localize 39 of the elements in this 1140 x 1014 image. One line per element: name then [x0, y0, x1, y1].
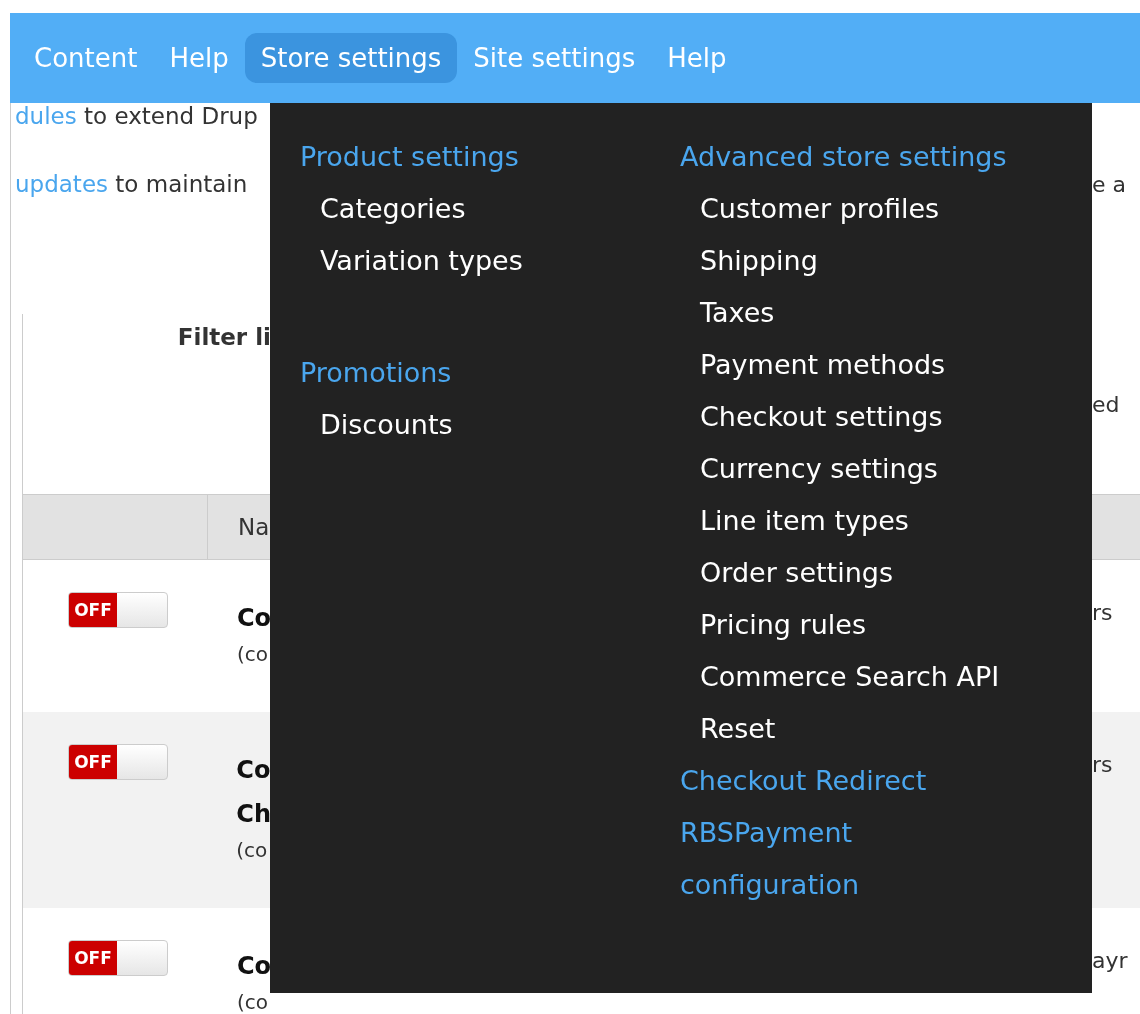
menu-item[interactable]: Shipping — [680, 235, 1020, 287]
column-header: Na — [237, 514, 270, 540]
module-name: Co — [236, 755, 271, 786]
menu-item[interactable]: Categories — [300, 183, 680, 235]
module-name: Co — [236, 951, 271, 982]
filter-label: Filter li — [177, 324, 271, 352]
menu-item[interactable]: Customer profiles — [680, 183, 1020, 235]
menu-heading-link[interactable]: Product settings — [300, 131, 680, 183]
intro-text: updates to maintain — [14, 171, 248, 197]
menu-heading-link[interactable]: Promotions — [300, 347, 680, 399]
menu-heading-link[interactable]: Advanced store settings — [680, 131, 1020, 183]
menu-item[interactable]: Discounts — [300, 399, 680, 451]
checkbox-label: ed — [1092, 391, 1120, 417]
machine-name: (co — [236, 642, 269, 666]
menu-heading-link[interactable]: Checkout Redirect — [680, 755, 1020, 807]
nav-menu-item[interactable]: Store settings — [244, 33, 458, 83]
menu-item[interactable]: Pricing rules — [680, 599, 1020, 651]
menu-item[interactable]: Reset — [680, 703, 1020, 755]
menu-item[interactable]: Taxes — [680, 287, 1020, 339]
module-name: Co — [236, 603, 271, 634]
toggle-switch[interactable]: OFF — [68, 592, 168, 628]
module-name: Ch — [236, 799, 271, 830]
description-text: ayr — [1092, 948, 1128, 973]
menu-item[interactable]: Currency settings — [680, 443, 1020, 495]
toggle-switch[interactable]: OFF — [68, 940, 168, 976]
menu-item[interactable]: Variation types — [300, 235, 680, 287]
menu-item[interactable]: Line item types — [680, 495, 1020, 547]
menu-item[interactable]: Commerce Search API — [680, 651, 1020, 703]
intro-text: e a — [1092, 171, 1126, 197]
machine-name: (co — [236, 838, 269, 862]
description-text: rs — [1092, 600, 1113, 625]
machine-name: (co — [236, 990, 269, 1014]
menu-item[interactable]: Payment methods — [680, 339, 1020, 391]
menu-heading-link[interactable]: RBSPayment configuration — [680, 807, 1020, 911]
intro-text: dules to extend Drup — [14, 103, 258, 129]
toggle-switch[interactable]: OFF — [68, 744, 168, 780]
description-text: rs — [1092, 752, 1113, 777]
menu-item[interactable]: Order settings — [680, 547, 1020, 599]
menu-item[interactable]: Checkout settings — [680, 391, 1020, 443]
